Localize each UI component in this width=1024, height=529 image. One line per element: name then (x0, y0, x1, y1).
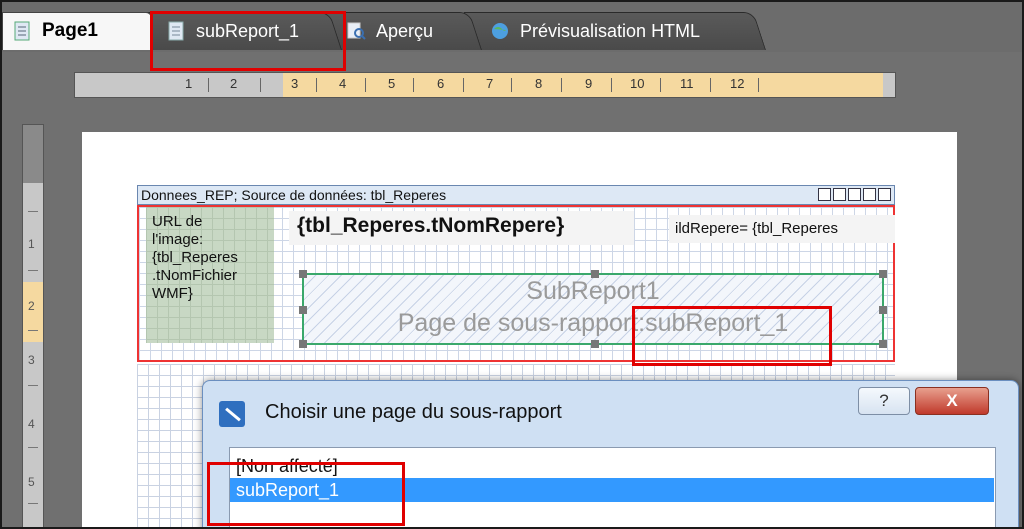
image-field[interactable]: URL de l'image: {tbl_Reperes .tNomFichie… (146, 207, 274, 343)
tab-html-preview[interactable]: Prévisualisation HTML (463, 12, 766, 50)
resize-handle[interactable] (879, 270, 887, 278)
ruler-tick: 9 (585, 76, 593, 91)
page-list[interactable]: [Non affecté] subReport_1 (229, 447, 996, 527)
detail-band[interactable]: URL de l'image: {tbl_Reperes .tNomFichie… (137, 205, 895, 362)
resize-handle[interactable] (299, 306, 307, 314)
tab-strip: Prévisualisation HTML Aperçu subReport_1… (2, 2, 1022, 71)
page-icon (14, 21, 30, 41)
tab-label: subReport_1 (196, 20, 300, 41)
resize-handle[interactable] (299, 340, 307, 348)
page-icon (168, 21, 184, 41)
ruler-bar: 1 2 3 4 5 6 7 8 9 10 11 12 (2, 52, 1022, 104)
ruler-tick: 3 (28, 353, 35, 367)
title-field[interactable]: {tbl_Reperes.tNomRepere} (289, 211, 634, 245)
ruler-dark-range (23, 125, 43, 183)
resize-handle[interactable] (299, 270, 307, 278)
help-button[interactable]: ? (858, 387, 910, 415)
section-header-label: Donnees_REP; Source de données: tbl_Repe… (141, 187, 447, 203)
section-controls (818, 188, 891, 201)
preview-icon (347, 22, 366, 40)
ruler-tick: 7 (486, 76, 494, 91)
resize-handle[interactable] (591, 340, 599, 348)
tab-apercu[interactable]: Aperçu (319, 12, 482, 50)
ruler-tick: 4 (28, 417, 35, 431)
ruler-tick: 11 (680, 76, 694, 91)
vertical-ruler[interactable]: 1 2 3 4 5 (22, 124, 44, 527)
link-field[interactable]: ildRepere= {tbl_Reperes (669, 215, 895, 243)
tab-label: Page1 (42, 20, 98, 41)
close-button[interactable]: X (915, 387, 989, 415)
ruler-tick: 1 (28, 237, 35, 251)
ruler-tick: 2 (230, 76, 238, 91)
ruler-tick: 1 (185, 76, 193, 91)
section-header[interactable]: Donnees_REP; Source de données: tbl_Repe… (137, 185, 895, 205)
ruler-tick: 12 (730, 76, 745, 91)
resize-handle[interactable] (879, 340, 887, 348)
subreport-name: SubReport1 (526, 277, 660, 305)
horizontal-ruler[interactable]: 1 2 3 4 5 6 7 8 9 10 11 12 (74, 72, 896, 98)
designer-window: Prévisualisation HTML Aperçu subReport_1… (0, 0, 1024, 529)
wand-icon (219, 401, 245, 427)
dialog-title: Choisir une page du sous-rapport (265, 401, 562, 423)
tab-page1[interactable]: Page1 (2, 12, 152, 50)
tab-label: Aperçu (376, 20, 434, 41)
resize-handle[interactable] (879, 306, 887, 314)
section-control-icon[interactable] (833, 188, 846, 201)
section-control-icon[interactable] (848, 188, 861, 201)
tab-label: Prévisualisation HTML (520, 20, 701, 41)
ruler-tick: 6 (437, 76, 445, 91)
ruler-tick: 8 (535, 76, 543, 91)
resize-handle[interactable] (591, 270, 599, 278)
choose-subreport-page-dialog: Choisir une page du sous-rapport ? X [No… (202, 380, 1019, 527)
list-item-selected[interactable]: subReport_1 (230, 478, 994, 502)
subreport-page-label: Page de sous-rapport:subReport_1 (397, 309, 789, 337)
ruler-tick: 3 (291, 76, 299, 91)
section-control-icon[interactable] (878, 188, 891, 201)
ruler-tick: 4 (339, 76, 347, 91)
globe-icon (492, 23, 508, 39)
tab-subreport-1[interactable]: subReport_1 (139, 12, 342, 50)
ruler-tick: 10 (630, 76, 645, 91)
subreport-control[interactable]: SubReport1 Page de sous-rapport:subRepor… (299, 270, 887, 348)
ruler-tick: 5 (388, 76, 396, 91)
ruler-tick: 5 (28, 475, 35, 489)
ruler-tick: 2 (28, 299, 35, 313)
chevron-down-icon[interactable] (863, 188, 876, 201)
list-item[interactable]: [Non affecté] (236, 454, 338, 478)
section-control-icon[interactable] (818, 188, 831, 201)
ruler-active-range (283, 73, 883, 97)
